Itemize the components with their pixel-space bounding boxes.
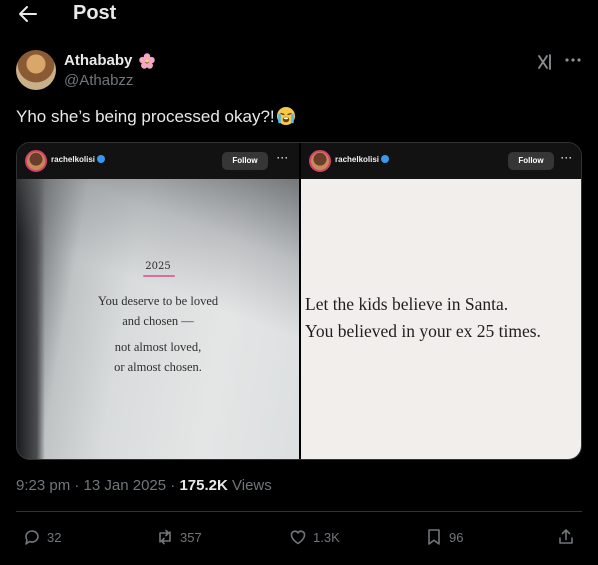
book-line: You deserve to be loved <box>97 294 219 308</box>
reply-button[interactable]: 32 <box>22 526 61 548</box>
post-meta: 9:23 pm · 13 Jan 2025 · 175.2K Views <box>16 477 272 494</box>
repost-button[interactable]: 357 <box>155 526 202 548</box>
views-count: 175.2K <box>179 477 228 494</box>
top-bar: Post <box>0 0 598 28</box>
verified-badge-icon <box>381 155 390 163</box>
instagram-more-icon: ··· <box>277 153 289 163</box>
arrow-left-icon[interactable] <box>16 2 40 26</box>
like-button[interactable]: 1.3K <box>288 526 340 548</box>
instagram-username: rachelkolisi <box>51 155 106 164</box>
like-count: 1.3K <box>313 529 340 545</box>
quote-text: Let the kids believe in Santa. You belie… <box>305 291 581 345</box>
quote-card: Let the kids believe in Santa. You belie… <box>301 179 581 459</box>
post-text-content: Yho she’s being processed okay?! <box>16 107 275 126</box>
book-line: or almost chosen. <box>114 360 202 374</box>
instagram-header: rachelkolisi Follow ··· <box>301 143 581 179</box>
media-image-left[interactable]: rachelkolisi Follow ··· 2025 You deserve… <box>17 143 299 459</box>
post-date[interactable]: 13 Jan 2025 <box>84 477 167 494</box>
views-label: Views <box>232 477 272 494</box>
quote-line: You believed in your ex 25 times. <box>305 321 541 341</box>
share-icon <box>559 529 573 544</box>
bookmark-button[interactable]: 96 <box>424 526 463 548</box>
verified-badge-icon <box>97 155 106 163</box>
avatar[interactable] <box>16 50 56 90</box>
media-image-right[interactable]: rachelkolisi Follow ··· Let the kids bel… <box>301 143 581 459</box>
repost-icon <box>159 529 171 545</box>
year-underline <box>143 275 175 277</box>
loudly-crying-face-emoji <box>276 107 295 125</box>
page-title: Post <box>73 2 117 24</box>
instagram-more-icon: ··· <box>561 153 573 163</box>
share-button[interactable] <box>556 526 576 548</box>
post-text: Yho she’s being processed okay?! <box>16 106 296 127</box>
instagram-username-text: rachelkolisi <box>51 155 96 164</box>
repost-count: 357 <box>180 529 202 545</box>
book-page-photo: 2025 You deserve to be loved and chosen … <box>17 179 299 459</box>
author-display-name[interactable]: Athababy <box>64 52 132 69</box>
reply-count: 32 <box>47 529 62 545</box>
author-handle[interactable]: @Athabzz <box>64 72 133 89</box>
instagram-username: rachelkolisi <box>335 155 390 164</box>
book-line: not almost loved, <box>114 340 202 354</box>
media-grid[interactable]: rachelkolisi Follow ··· 2025 You deserve… <box>16 142 582 460</box>
instagram-avatar <box>309 150 331 172</box>
book-line: and chosen — <box>122 314 194 328</box>
reply-icon <box>25 530 39 545</box>
post-time[interactable]: 9:23 pm <box>16 477 70 494</box>
instagram-header: rachelkolisi Follow ··· <box>17 143 299 179</box>
cherry-blossom-icon <box>139 53 155 69</box>
grok-icon[interactable] <box>536 52 556 72</box>
instagram-avatar <box>25 150 47 172</box>
book-year: 2025 <box>145 261 171 272</box>
divider <box>16 511 582 512</box>
follow-button: Follow <box>222 152 268 170</box>
bookmark-count: 96 <box>449 529 464 545</box>
follow-button: Follow <box>508 152 554 170</box>
bookmark-icon <box>428 529 440 545</box>
more-options-icon[interactable] <box>562 50 584 70</box>
instagram-username-text: rachelkolisi <box>335 155 380 164</box>
quote-line: Let the kids believe in Santa. <box>305 294 509 314</box>
heart-icon <box>290 530 306 545</box>
